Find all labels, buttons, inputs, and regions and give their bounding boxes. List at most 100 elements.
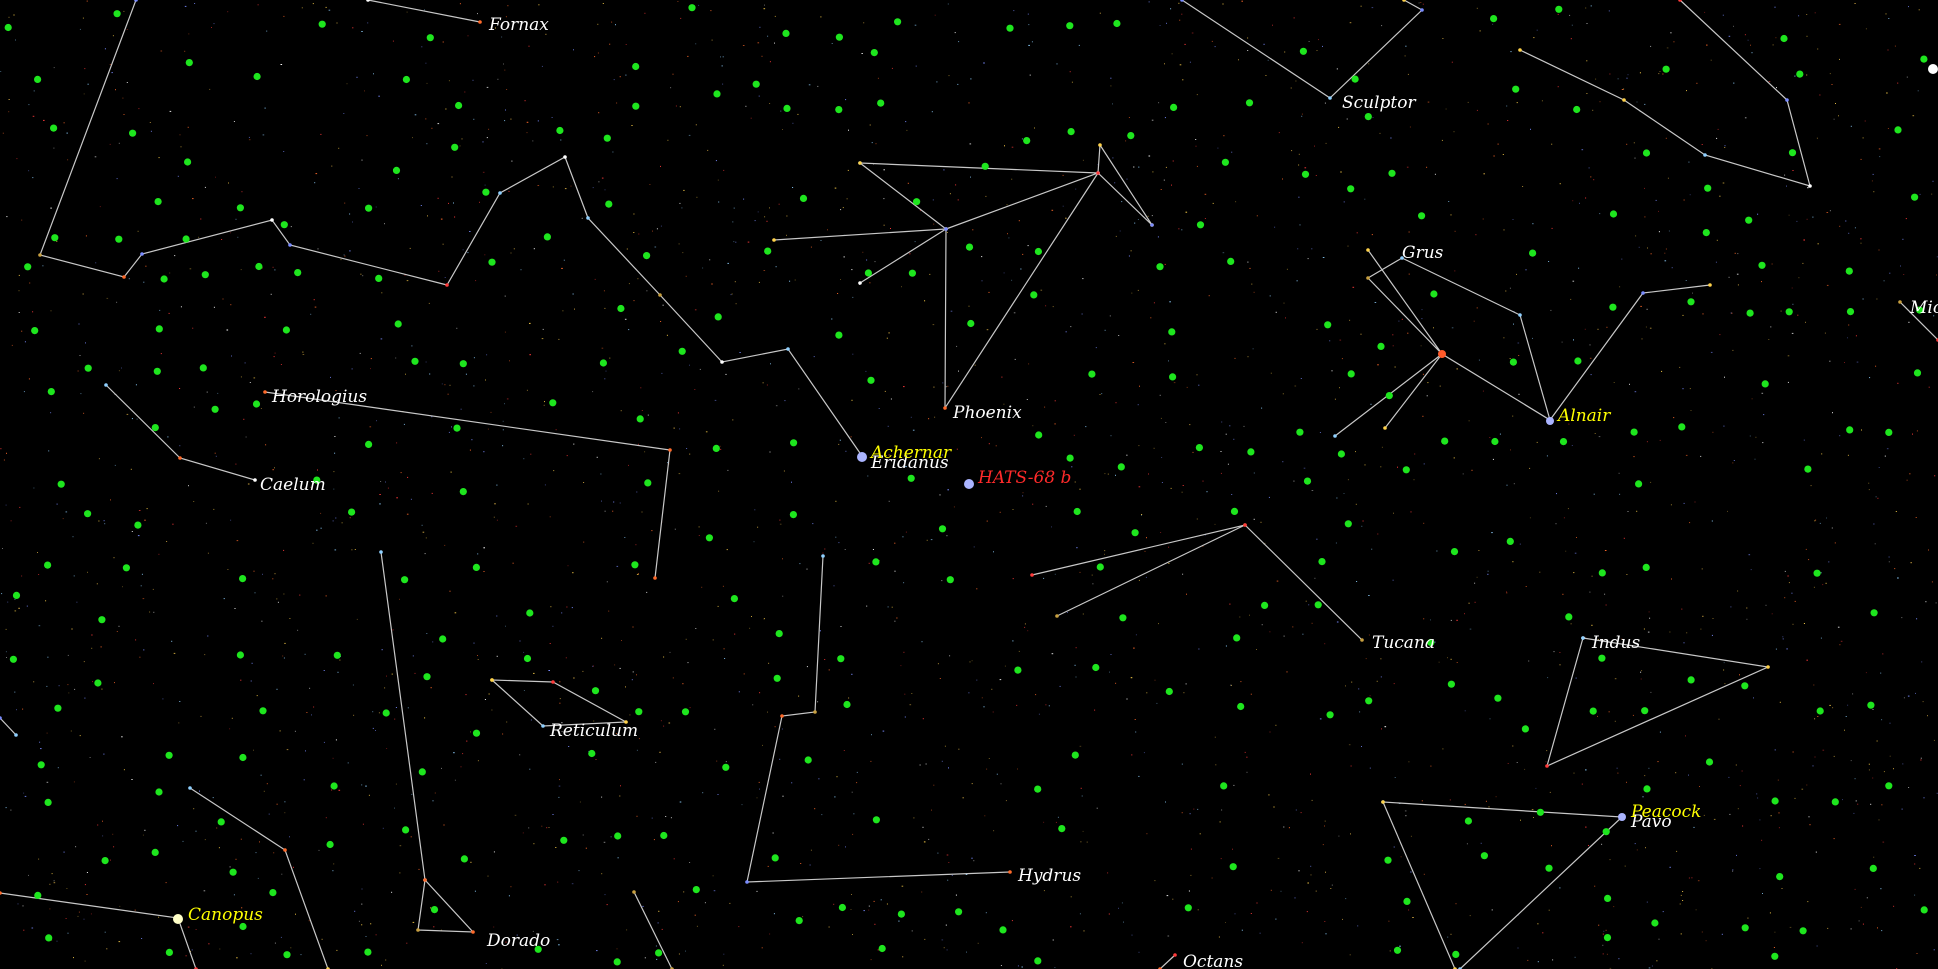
- catalogue-marker-dot[interactable]: [330, 782, 338, 790]
- catalogue-marker-dot[interactable]: [1034, 247, 1042, 256]
- catalogue-marker-dot[interactable]: [643, 252, 651, 260]
- catalogue-marker-dot[interactable]: [1704, 184, 1712, 192]
- catalogue-marker-dot[interactable]: [730, 595, 739, 603]
- catalogue-marker-dot[interactable]: [151, 424, 159, 432]
- catalogue-marker-dot[interactable]: [838, 903, 847, 912]
- catalogue-marker-dot[interactable]: [1452, 950, 1460, 959]
- catalogue-marker-dot[interactable]: [526, 609, 534, 617]
- catalogue-marker-dot[interactable]: [365, 440, 373, 448]
- catalogue-marker-dot[interactable]: [1447, 680, 1455, 688]
- catalogue-marker-dot[interactable]: [1168, 328, 1176, 336]
- catalogue-marker-dot[interactable]: [835, 106, 843, 114]
- catalogue-marker-dot[interactable]: [712, 444, 720, 452]
- catalogue-marker-dot[interactable]: [617, 304, 625, 313]
- catalogue-marker-dot[interactable]: [1221, 158, 1229, 166]
- catalogue-marker-dot[interactable]: [1741, 924, 1749, 932]
- catalogue-marker-dot[interactable]: [382, 709, 390, 717]
- catalogue-marker-dot[interactable]: [1521, 725, 1529, 733]
- catalogue-marker-dot[interactable]: [764, 247, 772, 255]
- catalogue-marker-dot[interactable]: [1441, 437, 1449, 445]
- catalogue-marker-dot[interactable]: [1512, 85, 1520, 93]
- catalogue-marker-dot[interactable]: [1385, 392, 1393, 400]
- catalogue-marker-dot[interactable]: [134, 521, 142, 529]
- catalogue-marker-dot[interactable]: [1071, 751, 1079, 759]
- catalogue-marker-dot[interactable]: [101, 857, 109, 865]
- catalogue-marker-dot[interactable]: [236, 651, 244, 659]
- catalogue-marker-dot[interactable]: [1023, 137, 1031, 145]
- catalogue-marker-dot[interactable]: [999, 926, 1007, 934]
- catalogue-marker-dot[interactable]: [1643, 785, 1651, 793]
- catalogue-marker-dot[interactable]: [556, 126, 564, 135]
- catalogue-marker-dot[interactable]: [364, 948, 372, 956]
- catalogue-marker-dot[interactable]: [1799, 927, 1807, 935]
- catalogue-marker-dot[interactable]: [294, 269, 302, 277]
- catalogue-marker-dot[interactable]: [1506, 537, 1514, 546]
- catalogue-marker-dot[interactable]: [1318, 558, 1326, 566]
- catalogue-marker-dot[interactable]: [1545, 864, 1553, 872]
- catalogue-marker-dot[interactable]: [877, 99, 885, 107]
- catalogue-marker-dot[interactable]: [459, 488, 467, 496]
- catalogue-marker-dot[interactable]: [523, 654, 532, 663]
- alnair-dot[interactable]: [1546, 417, 1554, 425]
- catalogue-marker-dot[interactable]: [151, 848, 159, 857]
- catalogue-marker-dot[interactable]: [1603, 934, 1612, 942]
- catalogue-marker-dot[interactable]: [12, 591, 21, 600]
- catalogue-marker-dot[interactable]: [460, 855, 468, 863]
- catalogue-marker-dot[interactable]: [1788, 149, 1797, 157]
- catalogue-marker-dot[interactable]: [1816, 707, 1824, 715]
- label-canopus[interactable]: Canopus: [188, 905, 263, 925]
- catalogue-marker-dot[interactable]: [1913, 369, 1922, 377]
- catalogue-marker-dot[interactable]: [84, 364, 92, 372]
- catalogue-marker-dot[interactable]: [24, 263, 32, 271]
- catalogue-marker-dot[interactable]: [1536, 808, 1544, 816]
- catalogue-marker-dot[interactable]: [1127, 132, 1135, 140]
- catalogue-marker-dot[interactable]: [51, 234, 59, 242]
- catalogue-marker-dot[interactable]: [1911, 193, 1919, 201]
- catalogue-marker-dot[interactable]: [965, 243, 974, 251]
- catalogue-marker-dot[interactable]: [411, 357, 419, 365]
- catalogue-marker-dot[interactable]: [1604, 894, 1612, 903]
- catalogue-marker-dot[interactable]: [1741, 682, 1749, 690]
- catalogue-marker-dot[interactable]: [1388, 169, 1396, 177]
- catalogue-marker-dot[interactable]: [1609, 210, 1618, 218]
- label-alnair[interactable]: Alnair: [1556, 406, 1611, 426]
- catalogue-marker-dot[interactable]: [1642, 563, 1650, 572]
- catalogue-marker-dot[interactable]: [47, 388, 55, 396]
- catalogue-marker-dot[interactable]: [153, 367, 161, 375]
- catalogue-marker-dot[interactable]: [394, 320, 402, 328]
- catalogue-marker-dot[interactable]: [4, 23, 12, 32]
- catalogue-marker-dot[interactable]: [129, 129, 137, 137]
- catalogue-marker-dot[interactable]: [870, 49, 878, 57]
- catalogue-marker-dot[interactable]: [1326, 711, 1334, 719]
- catalogue-marker-dot[interactable]: [789, 510, 798, 519]
- catalogue-marker-dot[interactable]: [50, 124, 58, 132]
- catalogue-marker-dot[interactable]: [229, 868, 237, 876]
- catalogue-marker-dot[interactable]: [1365, 697, 1373, 705]
- catalogue-marker-dot[interactable]: [239, 575, 247, 583]
- catalogue-marker-dot[interactable]: [348, 508, 356, 516]
- catalogue-marker-dot[interactable]: [1418, 212, 1426, 220]
- catalogue-marker-dot[interactable]: [1771, 797, 1779, 805]
- catalogue-marker-dot[interactable]: [1301, 170, 1310, 178]
- catalogue-marker-dot[interactable]: [1920, 55, 1928, 63]
- catalogue-marker-dot[interactable]: [1314, 601, 1322, 609]
- catalogue-marker-dot[interactable]: [1609, 303, 1617, 311]
- catalogue-marker-dot[interactable]: [790, 439, 798, 447]
- catalogue-marker-dot[interactable]: [365, 204, 373, 212]
- catalogue-marker-dot[interactable]: [1785, 308, 1793, 316]
- catalogue-marker-dot[interactable]: [782, 29, 790, 37]
- catalogue-marker-dot[interactable]: [1796, 70, 1804, 78]
- catalogue-marker-dot[interactable]: [1559, 438, 1568, 446]
- catalogue-marker-dot[interactable]: [771, 854, 779, 862]
- catalogue-marker-dot[interactable]: [681, 708, 690, 716]
- catalogue-marker-dot[interactable]: [1220, 782, 1228, 790]
- catalogue-marker-dot[interactable]: [1894, 126, 1902, 134]
- catalogue-marker-dot[interactable]: [426, 34, 434, 42]
- catalogue-marker-dot[interactable]: [1184, 904, 1192, 912]
- catalogue-marker-dot[interactable]: [122, 564, 130, 572]
- catalogue-marker-dot[interactable]: [84, 510, 92, 518]
- catalogue-marker-dot[interactable]: [255, 262, 263, 271]
- catalogue-marker-dot[interactable]: [44, 798, 52, 807]
- catalogue-marker-dot[interactable]: [1678, 423, 1686, 431]
- catalogue-marker-dot[interactable]: [1450, 548, 1459, 556]
